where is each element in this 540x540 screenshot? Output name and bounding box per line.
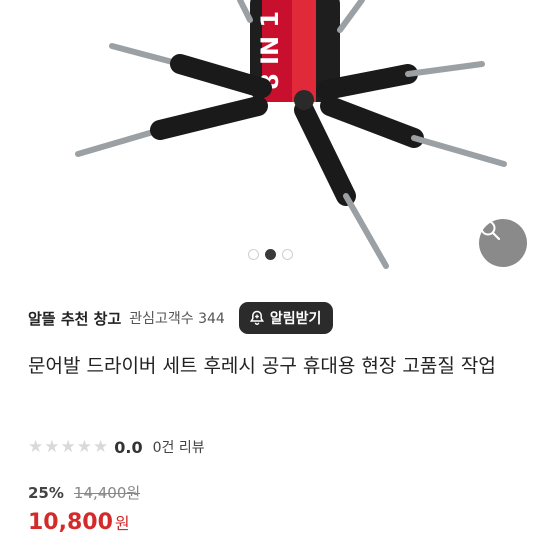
star-icon: ★ <box>44 436 60 457</box>
bell-plus-icon <box>249 310 264 326</box>
price-unit: 원 <box>114 514 130 533</box>
rating-stars: ★ ★ ★ ★ ★ <box>28 436 109 457</box>
star-icon: ★ <box>76 436 92 457</box>
screwdriver-set-image: 8 IN 1 <box>75 0 507 269</box>
star-icon: ★ <box>60 436 76 457</box>
screwdriver-arm <box>320 96 507 167</box>
rating-value: 0.0 <box>114 437 143 457</box>
discount-row: 25% 14,400원 <box>28 482 140 503</box>
screwdriver-arm <box>294 100 389 269</box>
sale-price: 10,800 <box>28 510 113 535</box>
zoom-button[interactable] <box>479 219 527 267</box>
screwdriver-arm <box>109 43 272 98</box>
star-icon: ★ <box>28 436 44 457</box>
alarm-button-label: 알림받기 <box>269 311 322 327</box>
store-name[interactable]: 알뜰 추천 창고 <box>28 308 121 329</box>
carousel-dot-active[interactable] <box>264 249 276 260</box>
alarm-button[interactable]: 알림받기 <box>238 302 334 334</box>
carousel-dot[interactable] <box>247 249 259 260</box>
discount-rate: 25% <box>28 483 64 502</box>
image-carousel-indicator <box>0 249 540 260</box>
magnifier-icon <box>480 220 501 241</box>
rating-row[interactable]: ★ ★ ★ ★ ★ 0.0 0건 리뷰 <box>28 436 205 458</box>
screwdriver-arm <box>316 61 485 100</box>
original-price: 14,400원 <box>73 484 141 502</box>
review-count-link[interactable]: 0건 리뷰 <box>153 437 205 457</box>
price-row: 10,800 원 <box>28 510 130 535</box>
star-icon: ★ <box>93 436 109 457</box>
product-title: 문어발 드라이버 세트 후레시 공구 휴대용 현장 고품질 작업 <box>28 355 496 377</box>
follower-count: 관심고객수 344 <box>129 311 225 327</box>
product-image[interactable]: 8 IN 1 <box>0 0 540 282</box>
store-info: 알뜰 추천 창고 관심고객수 344 알림받기 <box>28 300 528 336</box>
carousel-dot[interactable] <box>281 249 293 260</box>
screwdriver-arm <box>75 96 268 157</box>
